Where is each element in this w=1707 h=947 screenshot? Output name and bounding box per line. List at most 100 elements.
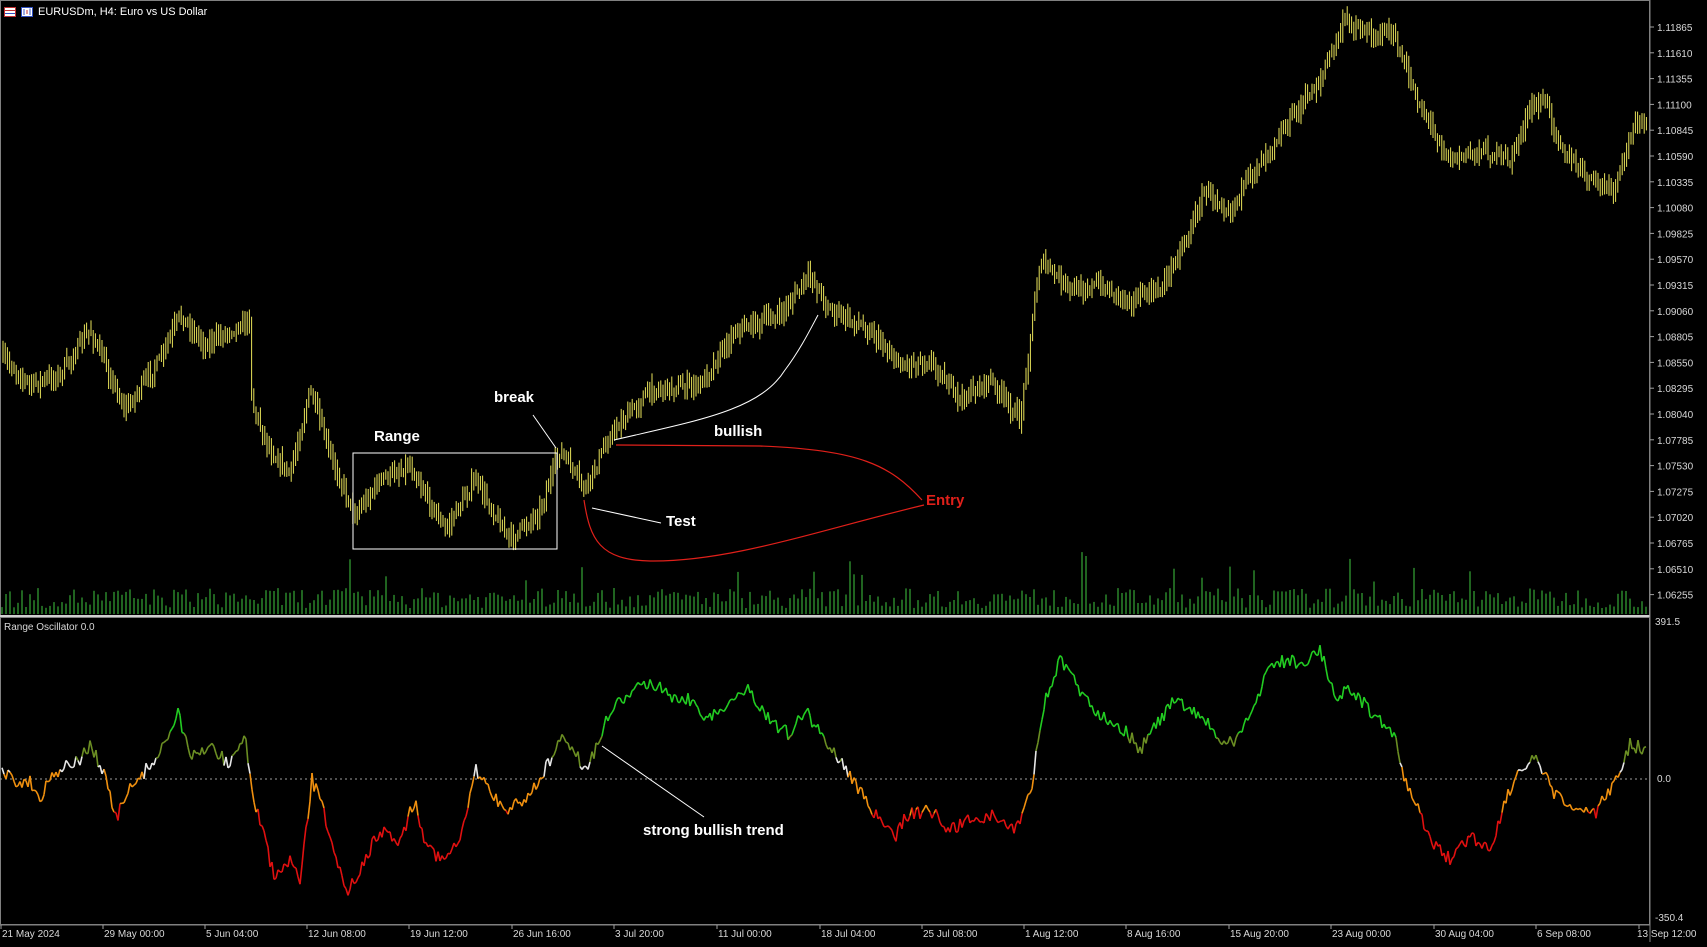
oscillator-segment (754, 702, 756, 706)
trend-pointer-line (602, 746, 704, 817)
oscillator-segment (666, 688, 668, 696)
oscillator-segment (1084, 694, 1086, 696)
oscillator-segment (810, 715, 812, 727)
oscillator-segment (1308, 659, 1310, 664)
oscillator-segment (1248, 715, 1250, 720)
oscillator-segment (1214, 730, 1216, 738)
oscillator-segment (932, 813, 934, 818)
oscillator-segment (1078, 685, 1080, 696)
oscillator-segment (624, 695, 626, 703)
oscillator-segment (276, 870, 278, 879)
oscillator-segment (1642, 748, 1644, 755)
oscillator-segment (986, 814, 988, 817)
oscillator-segment (258, 809, 260, 825)
chart-canvas[interactable]: Range break bullish Test Entry strong bu… (0, 0, 1707, 942)
oscillator-segment (1526, 765, 1528, 770)
oscillator-segment (64, 760, 66, 768)
oscillator-segment (860, 787, 862, 788)
oscillator-segment (1624, 751, 1626, 763)
oscillator-segment (464, 816, 466, 821)
oscillator-segment (922, 809, 924, 812)
oscillator-segment (1146, 734, 1148, 743)
oscillator-segment (688, 693, 690, 706)
oscillator-segment (1290, 655, 1292, 666)
chart-bars-icon[interactable] (21, 7, 33, 17)
oscillator-segment (1256, 694, 1258, 703)
oscillator-segment (882, 822, 884, 827)
oscillator-segment (1638, 740, 1640, 751)
chart-window[interactable]: Range break bullish Test Entry strong bu… (0, 0, 1707, 942)
oscillator-segment (656, 686, 658, 690)
price-label: 1.09060 (1657, 307, 1694, 318)
oscillator-segment (226, 757, 228, 768)
price-label: 1.11355 (1657, 75, 1693, 86)
oscillator-segment (1014, 824, 1016, 833)
oscillator-segment (496, 794, 498, 807)
chart-grid-icon[interactable] (4, 7, 16, 17)
entry-upper-curve (616, 445, 922, 500)
oscillator-segment (242, 736, 244, 744)
oscillator-segment (1418, 804, 1420, 813)
oscillator-segment (1560, 793, 1562, 797)
oscillator-segment (336, 857, 338, 868)
oscillator-segment (312, 773, 314, 792)
oscillator-segment (964, 818, 966, 821)
oscillator-segment (432, 847, 434, 850)
oscillator-segment (920, 812, 922, 818)
oscillator-segment (538, 778, 540, 786)
oscillator-segment (1328, 679, 1330, 682)
oscillator-segment (512, 801, 514, 809)
oscillator-segment (450, 849, 452, 854)
oscillator-segment (352, 878, 354, 883)
oscillator-segment (188, 747, 190, 756)
time-axis[interactable]: 21 May 202429 May 00:005 Jun 04:0012 Jun… (0, 925, 1697, 940)
oscillator-segment (484, 777, 486, 783)
oscillator-segment (862, 788, 864, 799)
oscillator-segment (318, 790, 320, 799)
oscillator-segment (356, 878, 358, 883)
oscillator-segment (990, 810, 992, 821)
oscillator-segment (1550, 785, 1552, 787)
oscillator-segment (1030, 789, 1032, 793)
oscillator-segment (984, 814, 986, 824)
oscillator-segment (322, 801, 324, 808)
oscillator-segment (564, 738, 566, 743)
oscillator-segment (526, 793, 528, 803)
oscillator-segment (1284, 660, 1286, 668)
oscillator-segment (752, 691, 754, 702)
oscillator-segment (1104, 712, 1106, 721)
oscillator-segment (420, 827, 422, 828)
oscillator-segment (834, 748, 836, 758)
oscillator-segment (306, 819, 308, 827)
time-label: 21 May 2024 (2, 929, 60, 940)
price-label: 1.07275 (1657, 487, 1694, 498)
oscillator-segment (672, 695, 674, 703)
oscillator-segment (268, 847, 270, 867)
oscillator-segment (150, 763, 152, 769)
oscillator-segment (1268, 666, 1270, 668)
oscillator-segment (1546, 772, 1548, 776)
oscillator-segment (1056, 660, 1058, 676)
price-label: 1.08040 (1657, 410, 1694, 421)
oscillator-segment (126, 793, 128, 798)
oscillator-segment (550, 758, 552, 767)
oscillator-segment (1038, 730, 1040, 742)
volume-histogram (2, 552, 1646, 614)
oscillator-segment (890, 828, 892, 831)
price-label: 1.11865 (1657, 23, 1693, 34)
price-axis[interactable]: 1.118651.116101.113551.111001.108451.105… (1650, 0, 1694, 942)
oscillator-segment (328, 832, 330, 837)
oscillator-segment (1024, 801, 1026, 808)
oscillator-segment (790, 735, 792, 737)
oscillator-segment (38, 795, 40, 802)
strong-bullish-trend-label: strong bullish trend (643, 822, 784, 839)
oscillator-segment (962, 821, 964, 828)
oscillator-segment (1614, 776, 1616, 781)
oscillator-segment (1502, 801, 1504, 813)
oscillator-segment (1612, 781, 1614, 783)
oscillator-segment (566, 742, 568, 743)
oscillator-segment (84, 748, 86, 754)
oscillator-segment (202, 748, 204, 755)
oscillator-segment (1072, 674, 1074, 676)
oscillator-segment (386, 830, 388, 832)
